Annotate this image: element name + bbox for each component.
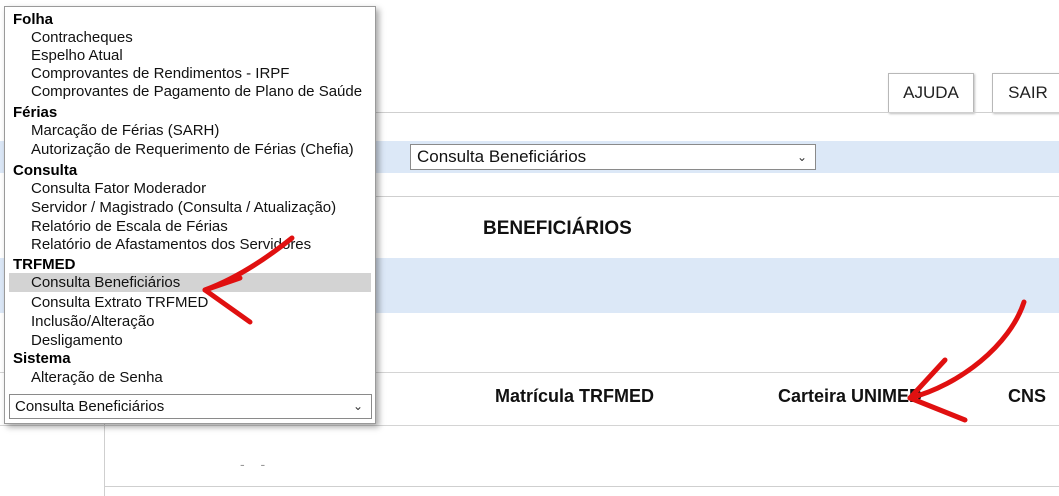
- annotation-arrows: [202, 235, 1027, 423]
- annotation-arrow-carteira: [907, 299, 1027, 401]
- annotation-arrow-menu: [202, 235, 295, 293]
- annotation-arrowhead-menu: [202, 275, 253, 325]
